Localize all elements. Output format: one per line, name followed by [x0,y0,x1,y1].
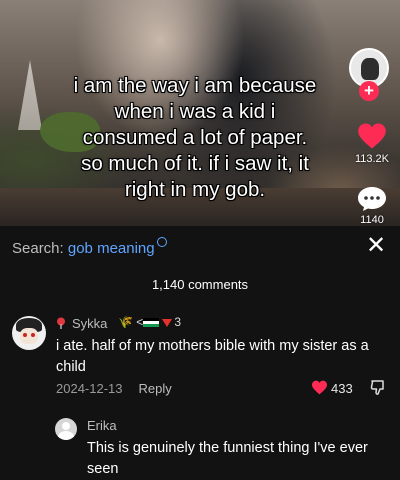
caption-line: right in my gob. [124,178,266,201]
dislike-icon[interactable] [370,379,386,396]
username-flair: 🌾 <3 [118,315,181,329]
caption-line: when i was a kid i [114,100,276,123]
close-button[interactable]: ✕ [366,234,386,258]
wheat-icon: 🌾 [118,315,133,329]
video-comment-count: 1140 [360,214,384,226]
comments-sheet: Search: gob meaning ✕ 1,140 comments Syk… [0,226,400,477]
flair-number: 3 [174,315,181,329]
video-caption-overlay: i am the way i am because when i was a k… [40,73,350,203]
flair-arrow: < [136,315,144,329]
reply-text: This is genuinely the funniest thing I'v… [87,440,368,477]
flag-icon [143,318,160,328]
search-query[interactable]: gob meaning [68,240,155,257]
comment-bubble-icon[interactable] [357,186,387,212]
comment-date: 2024-12-13 [56,381,123,396]
reply-username[interactable]: Erika [87,418,117,433]
comment-like-count: 433 [331,381,353,396]
comment-meta: 2024-12-13 Reply [56,381,172,396]
video-player[interactable]: i am the way i am because when i was a k… [0,0,400,226]
pin-icon [57,317,65,329]
search-icon [156,237,167,247]
reply-button[interactable]: Reply [139,381,172,396]
follow-plus-icon[interactable]: + [359,81,379,101]
commenter-avatar[interactable] [12,316,46,350]
video-like-count: 113.2K [354,153,390,165]
caption-line: i am the way i am because [73,74,317,97]
red-triangle-icon [162,318,173,327]
search-suggestion[interactable]: Search: gob meaning [12,237,167,257]
comment-username[interactable]: Sykka [72,316,107,331]
comment-like-heart-icon[interactable] [311,380,328,395]
background-tree [18,60,42,130]
caption-line: so much of it. if i saw it, it [81,152,309,175]
caption-line: consumed a lot of paper. [82,126,308,149]
like-heart-icon[interactable] [357,122,387,150]
search-prefix: Search: [12,240,68,257]
reply-avatar[interactable] [55,418,77,440]
comment-count-header: 1,140 comments [151,277,249,292]
comment-text: i ate. half of my mothers bible with my … [56,338,369,375]
